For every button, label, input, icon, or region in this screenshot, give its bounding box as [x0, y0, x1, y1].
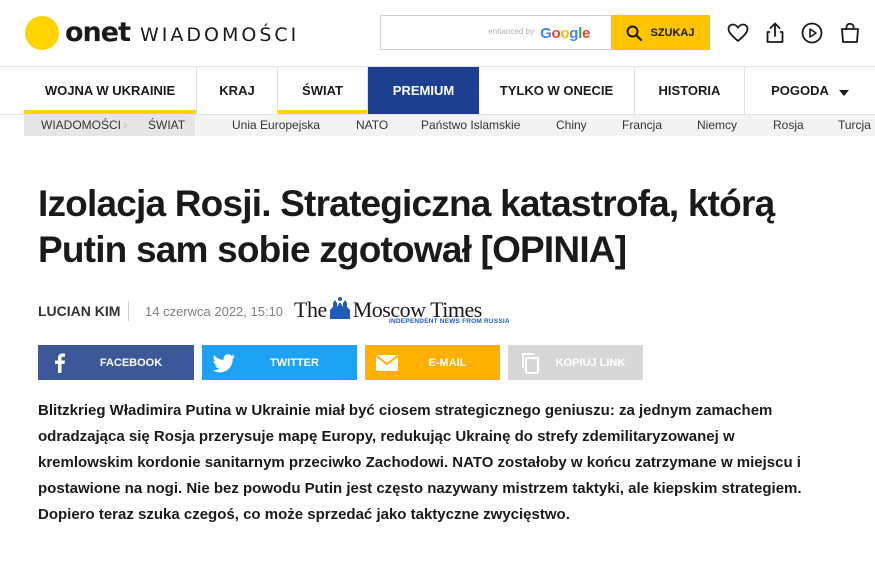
nav-item-tylko-w-onecie[interactable]: TYLKO W ONECIE [479, 67, 635, 114]
nav-item-label: ŚWIAT [302, 83, 343, 98]
lead-line: kremlowskim kordonie sanitarnym przeciwk… [38, 454, 801, 471]
tag-link[interactable]: Państwo Islamskie [421, 118, 520, 132]
byline-divider [128, 301, 129, 321]
nav-item-premium[interactable]: PREMIUM [368, 67, 479, 114]
nav-item-label: HISTORIA [658, 83, 721, 98]
search-button[interactable]: SZUKAJ [611, 15, 710, 50]
logo-brand: onet [65, 17, 131, 48]
google-letter-o1: o [551, 25, 561, 42]
lead-line: Blitzkrieg Władimira Putina w Ukrainie m… [38, 402, 773, 419]
google-logo: Google [540, 25, 590, 42]
google-letter-e: e [581, 25, 590, 42]
heart-icon[interactable] [726, 21, 750, 45]
google-letter-g: G [540, 25, 552, 42]
author-name[interactable]: LUCIAN KIM [38, 303, 120, 319]
nav-item-swiat[interactable]: ŚWIAT [278, 67, 368, 114]
search-button-label: SZUKAJ [650, 26, 695, 39]
nav-item-pogoda[interactable]: POGODA [745, 67, 875, 114]
share-upload-icon[interactable] [763, 21, 787, 45]
google-letter-g2: g [569, 25, 579, 42]
logo-dot [25, 16, 59, 50]
google-letter-o2: o [560, 25, 570, 42]
article-title-line: Putin sam sobie zgotował [OPINIA] [38, 229, 627, 270]
nav-item-label: POGODA [771, 83, 829, 98]
search-enhanced-by: enhanced by [488, 27, 534, 36]
nav-item-label: WOJNA W UKRAINIE [44, 83, 176, 98]
lead-line: Dopiero teraz szuka czegoś, co może sprz… [38, 506, 570, 523]
search-input[interactable]: enhanced by Google [380, 15, 612, 50]
article-title-line: Izolacja Rosji. Strategiczna katastrofa,… [38, 183, 775, 224]
moscow-times-the: The [294, 297, 327, 322]
lead-line: odradzająca się Rosja przerysuje mapę Eu… [38, 428, 735, 445]
breadcrumb-chevron-icon: › [123, 116, 128, 132]
nav-item-label: PREMIUM [392, 83, 455, 98]
nav-item-wojna-w-ukrainie[interactable]: WOJNA W UKRAINIE [24, 67, 197, 114]
chevron-down-icon [838, 89, 849, 96]
share-twitter-button[interactable]: TWITTER [202, 345, 357, 380]
breadcrumb-item-wiadomosci[interactable]: WIADOMOŚCI [41, 118, 121, 132]
share-facebook-label: FACEBOOK [99, 357, 163, 369]
nav-item-label: TYLKO W ONECIE [499, 83, 614, 98]
article-lead: Blitzkrieg Władimira Putina w Ukrainie m… [38, 398, 838, 528]
article-title: Izolacja Rosji. Strategiczna katastrofa,… [38, 181, 838, 273]
main-nav: WOJNA W UKRAINIE KRAJ ŚWIAT PREMIUM TYLK… [24, 67, 875, 114]
tag-link[interactable]: Francja [622, 118, 662, 132]
breadcrumb-item-swiat[interactable]: ŚWIAT [148, 118, 185, 132]
site-header: onet WIADOMOŚCI enhanced by Google SZUKA… [0, 0, 875, 66]
moscow-times-tagline: INDEPENDENT NEWS FROM RUSSIA [389, 318, 510, 325]
lead-line: postawione na nogi. Nie bez powodu Putin… [38, 480, 802, 497]
bag-icon[interactable] [838, 21, 862, 45]
logo-section: WIADOMOŚCI [140, 24, 300, 46]
tag-link[interactable]: Turcja [838, 118, 871, 132]
breadcrumb: WIADOMOŚCI › ŚWIAT [24, 115, 195, 136]
share-email-label: E-MAIL [428, 357, 467, 369]
breadcrumb-bar: WIADOMOŚCI › ŚWIAT Unia Europejska NATO … [24, 115, 875, 136]
onet-logo[interactable]: onet WIADOMOŚCI [25, 15, 299, 51]
copy-link-label: KOPIUJ LINK [555, 357, 626, 369]
share-twitter-label: TWITTER [270, 357, 319, 369]
nav-item-historia[interactable]: HISTORIA [635, 67, 745, 114]
tag-link[interactable]: Chiny [556, 118, 587, 132]
nav-item-kraj[interactable]: KRAJ [197, 67, 278, 114]
moscow-times-logo[interactable]: The Moscow Times INDEPENDENT NEWS FROM RU… [294, 296, 510, 326]
search-icon [626, 25, 643, 41]
copy-link-button[interactable]: KOPIUJ LINK [508, 345, 643, 380]
publish-date: 14 czerwca 2022, 15:10 [145, 304, 284, 319]
share-facebook-button[interactable]: FACEBOOK [38, 345, 194, 380]
nav-item-label: KRAJ [219, 83, 255, 98]
tag-link[interactable]: NATO [356, 118, 388, 132]
tag-link[interactable]: Unia Europejska [232, 118, 320, 132]
play-icon[interactable] [800, 21, 824, 45]
moscow-kremlin-icon [329, 297, 350, 319]
share-email-button[interactable]: E-MAIL [365, 345, 500, 380]
tag-link[interactable]: Niemcy [697, 118, 737, 132]
tag-link[interactable]: Rosja [773, 118, 804, 132]
